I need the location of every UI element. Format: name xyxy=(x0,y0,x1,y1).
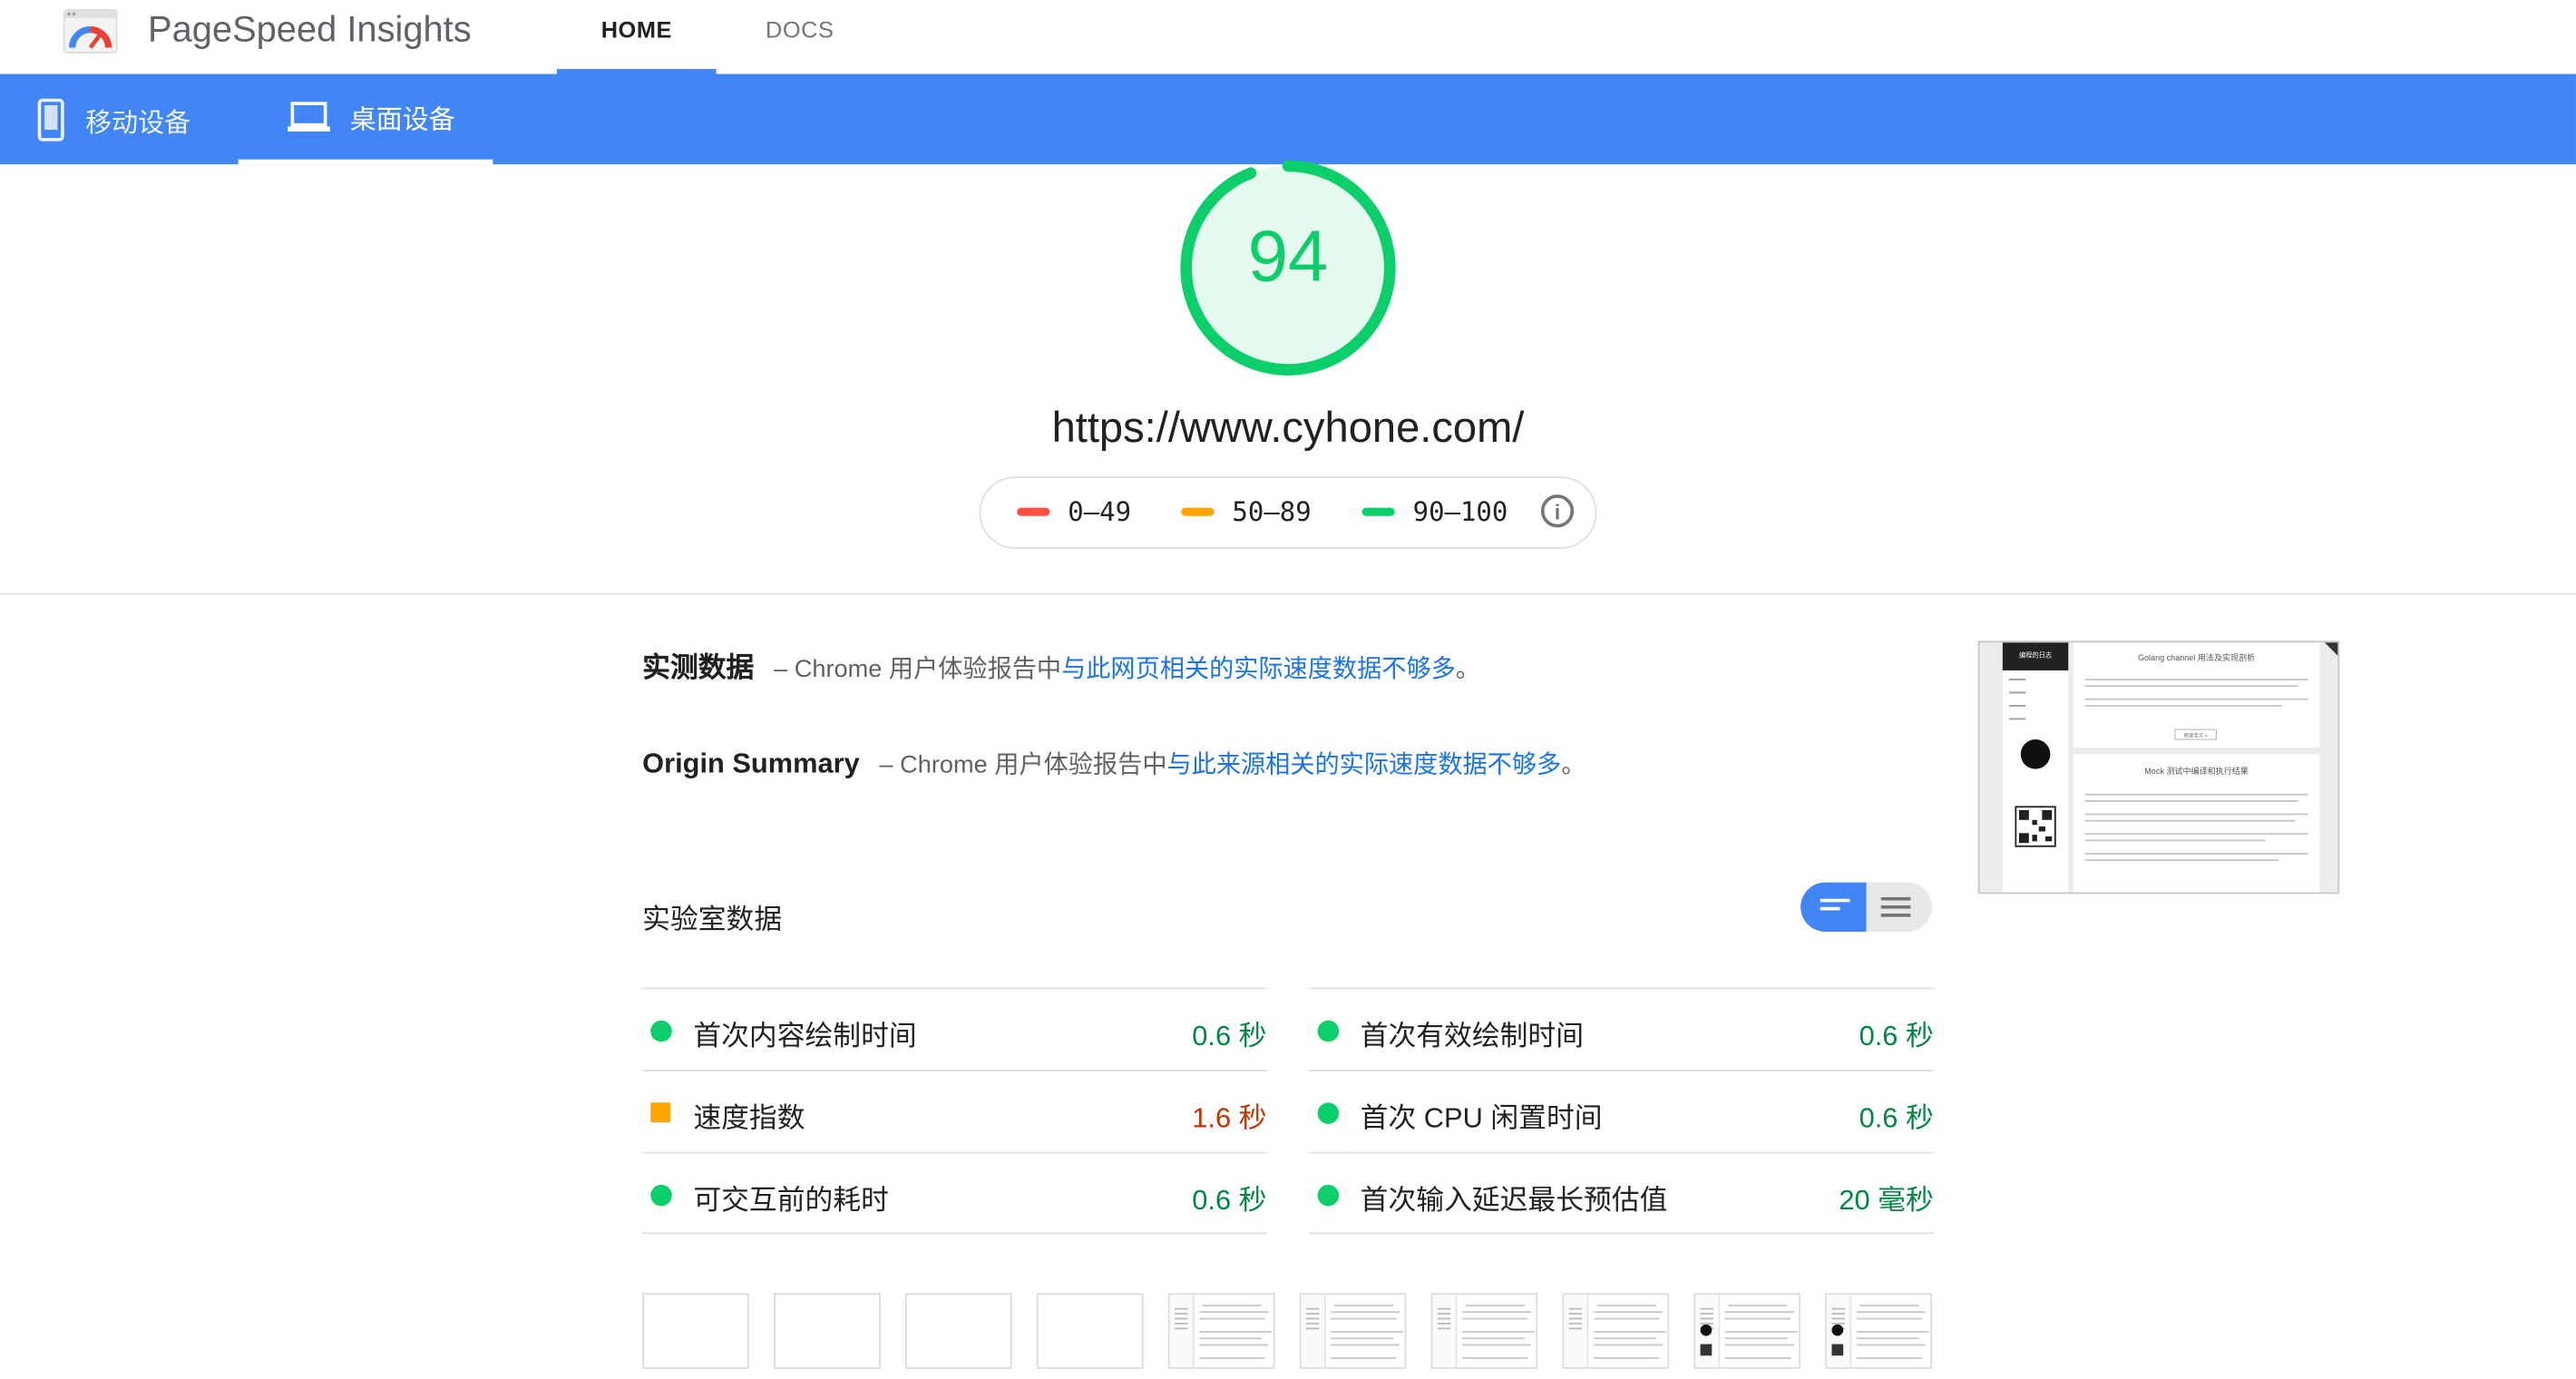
lab-data-title: 实验室数据 xyxy=(642,904,783,935)
preview-post2-title: Mock 测试中编译和执行结果 xyxy=(2144,766,2249,776)
pass-indicator xyxy=(1317,1184,1340,1207)
metric-value: 0.6 秒 xyxy=(1859,1102,1934,1134)
toggle-summary-view[interactable] xyxy=(1800,882,1867,932)
metric-speed-index: 速度指数 1.6 秒 xyxy=(642,1070,1267,1150)
pagespeed-logo-icon[interactable] xyxy=(63,8,119,54)
field-data-title: 实测数据 xyxy=(642,652,755,684)
preview-site-title: 编程的日志 xyxy=(2019,650,2052,659)
metrics-divider xyxy=(642,1232,1267,1235)
metric-label: 首次输入延迟最长预估值 xyxy=(1360,1184,1668,1217)
divider xyxy=(0,592,2576,595)
final-screenshot[interactable]: 编程的日志 Golang channel 用法及实现剖析 阅读全文 » Mock… xyxy=(1977,641,2340,895)
filmstrip-frame xyxy=(1562,1293,1670,1369)
tab-desktop-label: 桌面设备 xyxy=(349,106,455,135)
filmstrip-frame xyxy=(1693,1293,1801,1369)
filmstrip-frame xyxy=(642,1293,749,1369)
legend-pass-swatch xyxy=(1361,507,1395,516)
laptop-icon xyxy=(287,102,331,132)
filmstrip-frame xyxy=(1167,1293,1275,1369)
origin-summary-title: Origin Summary xyxy=(642,748,860,779)
metrics-view-toggle[interactable] xyxy=(1800,882,1932,932)
preview-post1-title: Golang channel 用法及实现剖析 xyxy=(2138,652,2255,662)
metric-max-fid: 首次输入延迟最长预估值 20 毫秒 xyxy=(1309,1151,1934,1233)
field-data-row: 实测数据 – Chrome 用户体验报告中与此网页相关的实际速度数据不够多。 xyxy=(642,644,1480,685)
tab-desktop[interactable]: 桌面设备 xyxy=(238,74,493,165)
field-data-link[interactable]: 与此网页相关的实际速度数据不够多 xyxy=(1061,656,1456,684)
legend-average-swatch xyxy=(1181,507,1215,516)
metrics-divider xyxy=(1309,1232,1934,1235)
tab-mobile-label: 移动设备 xyxy=(85,109,191,138)
metric-tti: 可交互前的耗时 0.6 秒 xyxy=(642,1151,1267,1233)
final-screenshot-image: 编程的日志 Golang channel 用法及实现剖析 阅读全文 » Mock… xyxy=(1979,642,2338,893)
average-indicator xyxy=(650,1102,670,1123)
metric-value: 0.6 秒 xyxy=(1192,1020,1267,1052)
legend-fail-swatch xyxy=(1017,507,1050,516)
score-legend: 0–49 50–89 90–100 i xyxy=(979,476,1597,549)
filmstrip-frame xyxy=(1430,1293,1538,1369)
legend-pass-label: 90–100 xyxy=(1412,495,1508,528)
legend-average-label: 50–89 xyxy=(1232,495,1312,528)
metric-value: 0.6 秒 xyxy=(1192,1184,1267,1217)
performance-score: 94 xyxy=(1247,217,1329,298)
nav-tab-docs[interactable]: DOCS xyxy=(766,16,834,43)
legend-average: 50–89 xyxy=(1181,495,1312,528)
filmstrip-frame xyxy=(1299,1293,1407,1369)
metric-value: 20 毫秒 xyxy=(1839,1184,1934,1217)
filmstrip-frame xyxy=(1825,1293,1932,1369)
info-icon[interactable]: i xyxy=(1540,494,1575,528)
metric-label: 可交互前的耗时 xyxy=(693,1184,889,1217)
origin-summary-link[interactable]: 与此来源相关的实际速度数据不够多 xyxy=(1166,751,1561,779)
legend-fail: 0–49 xyxy=(1017,496,1131,527)
pass-indicator xyxy=(650,1184,672,1207)
toggle-detail-view[interactable] xyxy=(1880,896,1911,917)
metric-label: 速度指数 xyxy=(693,1102,805,1134)
preview-read-more: 阅读全文 » xyxy=(2184,731,2208,738)
metric-label: 首次 CPU 闲置时间 xyxy=(1360,1102,1603,1134)
analyzed-url: https://www.cyhone.com/ xyxy=(1051,402,1525,453)
pass-indicator xyxy=(1317,1020,1340,1042)
filmstrip-frame xyxy=(1036,1293,1144,1369)
pass-indicator xyxy=(650,1020,672,1042)
field-data-prefix: – Chrome 用户体验报告中 xyxy=(774,655,1062,684)
metric-label: 首次有效绘制时间 xyxy=(1360,1020,1584,1052)
metric-fcp: 首次内容绘制时间 0.6 秒 xyxy=(642,987,1267,1069)
metric-value: 1.6 秒 xyxy=(1192,1102,1267,1134)
field-data-suffix: 。 xyxy=(1455,655,1481,684)
top-header: PageSpeed Insights HOME DOCS xyxy=(0,0,2576,74)
legend-pass: 90–100 xyxy=(1361,496,1508,527)
metric-value: 0.6 秒 xyxy=(1859,1020,1934,1052)
tab-mobile[interactable]: 移动设备 xyxy=(0,74,239,165)
pass-indicator xyxy=(1317,1102,1340,1124)
device-tab-bar: 移动设备 桌面设备 xyxy=(0,73,2576,165)
metric-fmp: 首次有效绘制时间 0.6 秒 xyxy=(1309,987,1934,1069)
nav-tab-home[interactable]: HOME xyxy=(556,16,717,74)
metric-first-cpu-idle: 首次 CPU 闲置时间 0.6 秒 xyxy=(1309,1070,1934,1150)
phone-icon xyxy=(37,97,64,141)
filmstrip-frame xyxy=(904,1293,1012,1369)
metric-label: 首次内容绘制时间 xyxy=(693,1020,917,1052)
app-title: PageSpeed Insights xyxy=(148,8,472,50)
filmstrip-frame xyxy=(774,1293,881,1369)
legend-fail-label: 0–49 xyxy=(1068,495,1132,528)
origin-summary-prefix: – Chrome 用户体验报告中 xyxy=(879,750,1167,779)
origin-summary-row: Origin Summary – Chrome 用户体验报告中与此来源相关的实际速… xyxy=(642,746,1586,780)
origin-summary-suffix: 。 xyxy=(1561,750,1586,779)
